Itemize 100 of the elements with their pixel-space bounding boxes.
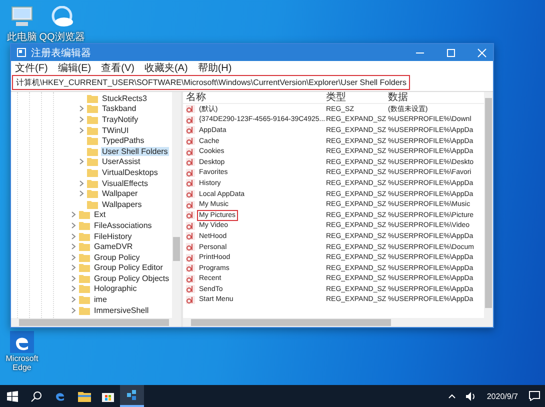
menu-item[interactable]: 收藏夹(A) (144, 60, 188, 74)
string-value-icon (186, 126, 195, 134)
folder-icon (87, 200, 98, 209)
expand-chevron-icon[interactable] (71, 211, 76, 218)
folder-icon (79, 274, 90, 283)
string-value-icon (186, 232, 195, 240)
edge-icon[interactable] (10, 331, 34, 353)
folder-icon (79, 263, 90, 272)
folder-icon (87, 104, 98, 114)
string-value-icon (186, 243, 195, 252)
tree-item[interactable]: VirtualDesktops (101, 168, 159, 177)
registry-icon (17, 48, 26, 57)
expand-chevron-icon[interactable] (71, 274, 76, 282)
computer-icon[interactable] (10, 6, 34, 28)
folder-icon (78, 390, 90, 402)
string-value-icon (186, 285, 195, 294)
expand-chevron-icon[interactable] (79, 126, 84, 134)
menu-item[interactable]: 查看(V) (101, 60, 134, 74)
folder-icon (79, 210, 90, 220)
tree-item[interactable]: StuckRects3 (101, 94, 148, 103)
folder-icon (79, 295, 90, 304)
string-value-icon (186, 179, 195, 188)
expand-chevron-icon[interactable] (71, 285, 76, 292)
expand-chevron-icon[interactable] (71, 254, 76, 261)
string-value-icon (186, 222, 195, 230)
string-value-icon (186, 116, 195, 124)
folder-icon (87, 168, 98, 177)
string-value-icon (186, 274, 195, 283)
column-header[interactable]: 类型 (326, 92, 388, 103)
string-value-icon (186, 254, 195, 262)
expand-chevron-icon[interactable] (79, 158, 84, 166)
registry-icon (126, 389, 138, 401)
folder-icon (87, 178, 98, 188)
cloud-icon[interactable] (49, 6, 75, 28)
tree-item[interactable]: Holographic (93, 284, 138, 294)
expand-chevron-icon[interactable] (71, 264, 76, 272)
folder-icon (87, 114, 98, 124)
tree-item[interactable]: ime (93, 295, 108, 304)
tree-item[interactable]: FileAssociations (93, 220, 153, 230)
notification-icon[interactable] (529, 391, 540, 401)
folder-icon (79, 252, 90, 262)
folder-icon (79, 284, 90, 294)
expand-chevron-icon[interactable] (71, 243, 76, 250)
tree-item[interactable]: Group Policy Editor (93, 263, 164, 272)
tree-item[interactable]: Group Policy Objects (93, 274, 170, 283)
tree-item[interactable]: Ext (93, 210, 107, 220)
tree-item[interactable]: User Shell Folders (101, 146, 169, 156)
expand-chevron-icon[interactable] (79, 116, 84, 123)
string-value-icon (186, 137, 195, 146)
column-header[interactable]: 名称 (183, 92, 326, 103)
scrollbar[interactable] (484, 92, 493, 318)
expand-chevron-icon[interactable] (79, 190, 84, 198)
tree-item[interactable]: UserAssist (101, 157, 142, 166)
folder-icon (87, 94, 98, 103)
column-header[interactable]: 数据 (388, 92, 484, 103)
tree-item[interactable]: TrayNotify (101, 114, 140, 124)
expand-chevron-icon[interactable] (71, 306, 76, 314)
string-value-icon (186, 296, 195, 304)
string-value-icon (186, 264, 195, 272)
caret-up-icon[interactable] (448, 393, 456, 399)
menu-item[interactable]: 编辑(E) (58, 60, 92, 74)
speaker-icon[interactable] (466, 392, 476, 400)
taskbar-date[interactable]: 2020/9/7 (486, 392, 518, 400)
tree-item[interactable]: TWinUI (101, 126, 130, 135)
search-icon (30, 390, 42, 402)
string-value-icon (186, 158, 195, 166)
expand-chevron-icon[interactable] (79, 105, 84, 112)
tree-item[interactable]: FileHistory (93, 232, 133, 241)
folder-icon (79, 232, 90, 241)
tree-item[interactable]: Group Policy (93, 252, 141, 262)
folder-icon (79, 220, 90, 230)
tree-item[interactable]: Wallpapers (101, 200, 143, 209)
string-value-icon (186, 190, 195, 198)
menu-item[interactable]: 文件(F) (15, 60, 48, 74)
folder-icon (79, 242, 90, 252)
expand-chevron-icon[interactable] (71, 222, 76, 229)
expand-chevron-icon[interactable] (79, 180, 84, 187)
tree-item[interactable]: GameDVR (93, 242, 134, 252)
folder-icon (87, 146, 98, 156)
edge-icon (54, 390, 66, 402)
tree-item[interactable]: Taskband (101, 104, 138, 114)
tree-item[interactable]: ImmersiveShell (93, 306, 150, 315)
tree-item[interactable]: VisualEffects (101, 178, 149, 188)
menu-item[interactable]: 帮助(H) (198, 60, 232, 74)
tree-item[interactable]: TypedPaths (101, 136, 146, 146)
scrollbar[interactable] (11, 318, 181, 327)
folder-icon (87, 157, 98, 166)
expand-chevron-icon[interactable] (71, 232, 76, 240)
folder-icon (79, 306, 90, 315)
folder-icon (87, 136, 98, 146)
expand-chevron-icon[interactable] (71, 296, 76, 304)
scrollbar[interactable] (172, 92, 181, 318)
folder-icon (87, 189, 98, 198)
maximize-icon[interactable] (446, 48, 456, 58)
close-icon[interactable] (477, 48, 487, 58)
address-field[interactable]: 计算机\HKEY_CURRENT_USER\SOFTWARE\Microsoft\Windows\CurrentVersion\Explorer\User Shell Folders (12, 75, 410, 90)
tree-item[interactable]: Wallpaper (101, 189, 139, 198)
string-value-icon (186, 168, 195, 177)
scrollbar[interactable] (183, 318, 493, 327)
folder-icon (87, 126, 98, 135)
